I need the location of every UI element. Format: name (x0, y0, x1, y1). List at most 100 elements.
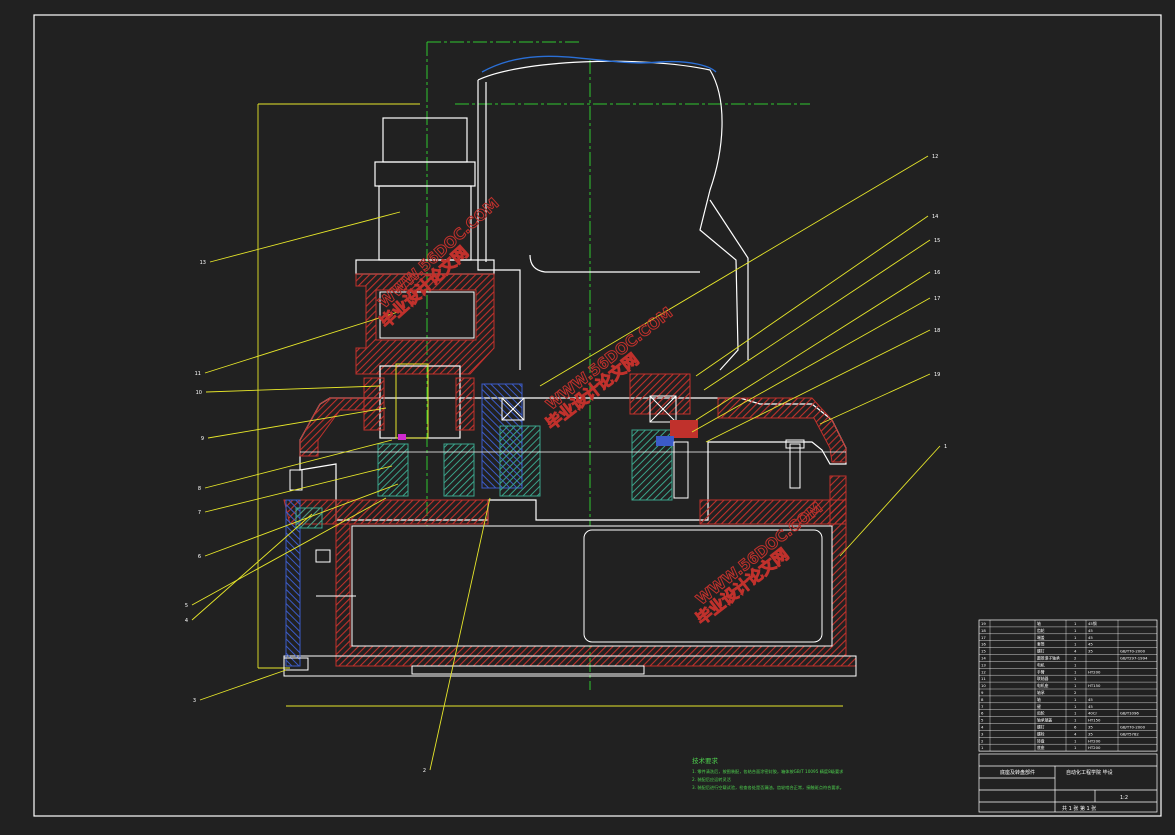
parts-list-cell: 电机 (1037, 662, 1045, 667)
parts-list-cell: 11 (981, 676, 986, 681)
parts-list-cell: 6 (981, 711, 984, 716)
parts-list-cell: 1 (1074, 704, 1077, 709)
parts-list-cell: 5 (981, 718, 984, 723)
callout-label-4: 4 (185, 618, 188, 624)
parts-list-cell: 1 (1074, 738, 1077, 743)
parts-list-cell: 3 (981, 731, 984, 736)
parts-list-row: 13 电机 1 (981, 662, 1077, 667)
parts-list-cell: 2 (1074, 690, 1077, 695)
leader-line-9 (207, 407, 387, 439)
callout-label-5: 5 (185, 603, 188, 609)
parts-list-cell: 4 (1074, 731, 1077, 736)
callout-label-2: 2 (423, 768, 426, 774)
title-drawing-name: 底座及转盘部件 (1000, 769, 1035, 776)
parts-list-row: 15 螺钉 4 35 GB/T70-2000 (981, 649, 1146, 654)
parts-list-cell: 轴承端盖 (1037, 718, 1052, 723)
callout-label-12: 12 (932, 154, 938, 160)
parts-list-cell: 轴承 (1037, 690, 1045, 695)
parts-list-cell: 8 (981, 697, 984, 702)
parts-list-row: 18 齿轮 1 45 (981, 628, 1093, 633)
parts-list-cell: 电机座 (1037, 683, 1049, 688)
title-scale: 1:2 (1120, 795, 1128, 801)
parts-list-cell: 16 (981, 642, 986, 647)
parts-list-row: 19 轴 1 45钢 (981, 621, 1097, 626)
parts-list-cell: 45 (1088, 697, 1093, 702)
parts-list-row: 3 螺栓 4 35 GB/T5782 (981, 731, 1139, 736)
callout-label-1: 1 (944, 444, 947, 450)
parts-list-cell: 2 (981, 738, 984, 743)
parts-list-row: 2 转盘 1 HT200 (981, 738, 1101, 743)
parts-list-cell: 1 (1074, 676, 1077, 681)
callout-label-9: 9 (201, 436, 204, 442)
parts-list-cell: GB/T1096 (1120, 711, 1139, 716)
parts-list-row: 17 端盖 1 45 (981, 635, 1093, 640)
callout-label-16: 16 (934, 270, 940, 276)
parts-list-cell: 1 (1074, 628, 1077, 633)
parts-list-cell: 1 (1074, 711, 1077, 716)
parts-list-cell: 14 (981, 656, 986, 661)
leader-line-14 (695, 215, 929, 377)
left-bearing-inner (395, 363, 429, 439)
parts-list-cell: 圆锥滚子轴承 (1037, 656, 1060, 661)
callout-label-14: 14 (932, 214, 938, 220)
cad-drawing: 13 11 10 9 8 7 6 5 4 3 2 1 12 14 15 16 17 18 19 毕业设计论文网 WWW… (0, 0, 1175, 831)
parts-list-cell: 1 (1074, 697, 1077, 702)
parts-list-cell: 转盘 (1037, 738, 1045, 743)
motor-outline (355, 117, 495, 275)
parts-list-cell: 9 (981, 690, 984, 695)
parts-list-cell: HT200 (1088, 669, 1101, 674)
center-section-green (499, 425, 541, 497)
parts-list-cell: 手臂 (1037, 669, 1045, 674)
parts-list-row: 12 手臂 1 HT200 (981, 669, 1101, 674)
parts-list-cell: HT150 (1088, 683, 1101, 688)
parts-list-cell: 19 (981, 621, 986, 626)
parts-list-cell: 45 (1088, 628, 1093, 633)
parts-list-cell: 6 (1074, 725, 1077, 730)
parts-list-cell: 1 (1074, 642, 1077, 647)
arm-outline (477, 60, 749, 371)
callout-label-10: 10 (196, 390, 202, 396)
parts-list-cell: HT200 (1088, 738, 1101, 743)
left-key (398, 434, 406, 440)
parts-list-cell: 45 (1088, 704, 1093, 709)
parts-list-cell: 轴 (1037, 697, 1041, 702)
parts-list-cell: GB/T297-1994 (1120, 656, 1148, 661)
parts-list-cell: 套筒 (1037, 642, 1045, 647)
parts-list-row: 11 联轴器 1 (981, 676, 1077, 681)
parts-list-row: 5 轴承端盖 1 HT150 (981, 718, 1101, 723)
parts-list-cell: 2 (1074, 656, 1077, 661)
title-school: 自动化工程学院 毕设 (1066, 769, 1113, 776)
parts-list-cell: 10 (981, 683, 986, 688)
leader-line-10 (205, 385, 381, 393)
leader-line-1 (839, 445, 941, 557)
parts-list-row: 1 底座 1 HT200 (981, 745, 1101, 750)
parts-list-row: 9 轴承 2 (981, 690, 1077, 695)
parts-list-cell: 35 (1088, 731, 1093, 736)
technical-notes: 技术要求 1. 零件清洗后，按图装配，各结合面涂密封胶，箱体按GB/T 1009… (692, 756, 844, 791)
notes-heading: 技术要求 (692, 756, 719, 765)
callout-label-17: 17 (934, 296, 940, 302)
parts-list-cell: 1 (1074, 662, 1077, 667)
parts-list-cell: 联轴器 (1037, 676, 1049, 681)
callout-label-19: 19 (934, 372, 940, 378)
parts-list-cell: 7 (981, 704, 984, 709)
leader-line-8 (204, 439, 393, 489)
parts-list-cell: 45 (1088, 635, 1093, 640)
parts-list-cell: GB/T5782 (1120, 731, 1139, 736)
parts-list-cell: 12 (981, 669, 986, 674)
parts-list-cell: 35 (1088, 725, 1093, 730)
parts-list-cell: 4 (981, 725, 984, 730)
parts-list-cell: 1 (1074, 718, 1077, 723)
callout-label-8: 8 (198, 486, 201, 492)
parts-list-cell: 螺钉 (1037, 725, 1045, 730)
base-foot-plate (411, 665, 645, 675)
parts-list-cell: 1 (1074, 683, 1077, 688)
callout-label-3: 3 (193, 698, 196, 704)
parts-list-table: 19 轴 1 45钢18 齿轮 1 4517 端盖 1 4516 套筒 1 4515 螺钉 4 35 GB/T7… (978, 619, 1158, 752)
leader-line-19 (819, 373, 931, 425)
parts-list-cell: 1 (1074, 621, 1077, 626)
parts-list-cell: GB/T70-2000 (1120, 649, 1146, 654)
right-bolt (789, 443, 801, 489)
parts-list-cell: 1 (1074, 745, 1077, 750)
right-blue-block (656, 436, 674, 446)
